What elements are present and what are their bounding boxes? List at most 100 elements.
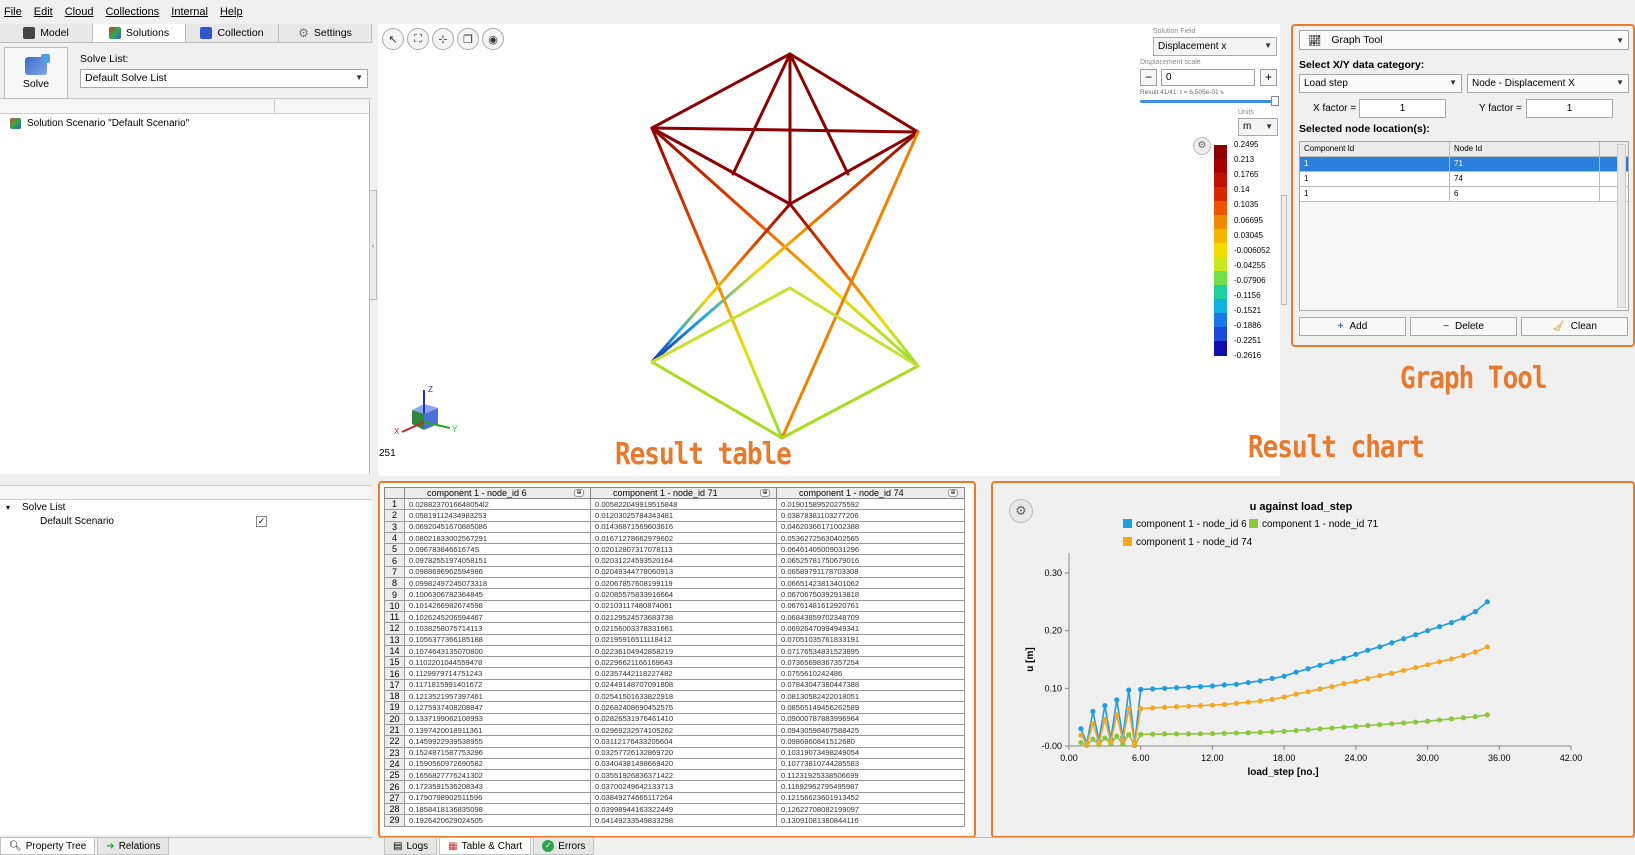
table-cell[interactable]: 0.08130582422018051 [776,690,965,703]
table-cell[interactable]: 0.0755610242486 [776,667,965,680]
table-cell[interactable]: 0.12622708082199097 [776,803,965,816]
table-cell[interactable]: 0.05819112434983253 [404,509,591,522]
table-cell[interactable]: 0.01436871569603616 [590,520,777,533]
table-cell[interactable]: 0.02357442118227482 [590,667,777,680]
table-cell[interactable]: 0.02012807317078113 [590,543,777,556]
result-chart[interactable]: u against load_stepcomponent 1 - node_id… [993,483,1633,836]
tab-model[interactable]: Model [0,24,93,42]
node-table-scrollbar[interactable] [1617,144,1626,308]
table-cell[interactable]: 0.07176534831523895 [776,644,965,658]
menu-cloud[interactable]: Cloud [65,6,94,18]
tab-table-chart[interactable]: ▦ Table & Chart [439,838,532,855]
table-row[interactable]: 24 0.1590560972690582 0.03404381498669420 0… [384,757,965,771]
table-cell[interactable]: 0.02541501633822918 [590,690,777,703]
table-row[interactable]: 11 0.1026245206594467 0.02129524573683738 0… [384,610,965,624]
displacement-decrease-button[interactable]: − [1140,69,1157,86]
table-cell[interactable]: 0.06589791178703308 [776,565,965,579]
table-row[interactable]: 1 74 [1300,172,1628,187]
table-row[interactable]: 5 0.09678384661674S 0.02012807317078113 0.0… [384,543,965,556]
table-row[interactable]: 28 0.1858418136835098 0.03998944163322449 0… [384,803,965,816]
table-cell[interactable]: 0.1102201044559478 [404,656,591,669]
table-cell[interactable]: 0.1056377366185188 [404,633,591,646]
table-cell[interactable]: 0.10319073498249054 [776,746,965,759]
x-category-select[interactable]: Load step ▼ [1299,74,1462,93]
table-cell[interactable]: 0.02085575833916664 [590,588,777,601]
table-cell[interactable]: 0.02826531976461410 [590,712,777,725]
sort-icon[interactable]: ⊕ [574,489,584,497]
table-cell[interactable]: 0.02682408690452575 [590,701,777,714]
table-row[interactable]: 1 6 [1300,187,1628,202]
result-slider-track[interactable] [1140,100,1274,103]
table-cell[interactable]: 0.02969232574105262 [590,723,777,737]
table-cell[interactable]: 0.1026245206594467 [404,610,591,624]
scenario-checkbox[interactable]: ✓ [256,515,267,527]
table-cell[interactable]: 0.05362725630402565 [776,531,965,545]
table-cell[interactable]: 0.08565149456262589 [776,701,965,714]
column-header-node-74[interactable]: component 1 - node_id 74 ⊕ [776,487,965,499]
table-row[interactable]: 13 0.1056377366185188 0.02195916511118412 0… [384,633,965,646]
table-row[interactable]: 15 0.1102201044559478 0.02296621166169643 0… [384,656,965,669]
table-row[interactable]: 17 0.1171815991401672 0.02449148707091808 0… [384,678,965,692]
table-row[interactable]: 18 0.1213521957397461 0.02541501633822918 0… [384,690,965,703]
table-cell[interactable]: 0.09982497245073318 [404,577,591,590]
table-cell[interactable]: 0.03551926836371422 [590,769,777,782]
table-cell[interactable]: 0.1171815991401672 [404,678,591,692]
table-cell[interactable]: 0.03257726132869720 [590,746,777,759]
menu-edit[interactable]: Edit [34,6,53,18]
table-cell[interactable]: 0.1006306782364845 [404,588,591,601]
table-cell[interactable]: 0.06761481612920761 [776,599,965,612]
table-cell[interactable]: 0.04149233549833298 [590,814,777,827]
table-cell[interactable]: 0.10773810744285583 [776,757,965,771]
table-cell[interactable]: 0.06920451670885086 [404,520,591,533]
table-row[interactable]: 21 0.1397420018911361 0.02969232574105262 0… [384,723,965,737]
table-cell[interactable]: 0.01203025784343481 [590,509,777,522]
table-cell[interactable]: 0.1213521957397461 [404,690,591,703]
table-row[interactable]: 23 0.1524871587753296 0.03257726132869720 0… [384,746,965,759]
table-row[interactable]: 10 0.1014266982674598 0.02103117480874061 0… [384,599,965,612]
table-cell[interactable]: 0.04620366171002388 [776,520,965,533]
table-cell[interactable]: 0.1926420629024505 [404,814,591,827]
delete-button[interactable]: − Delete [1410,317,1517,336]
table-row[interactable]: 3 0.06920451670885086 0.01436871569603616 0… [384,520,965,533]
table-row[interactable]: 19 0.1275937408208847 0.02682408690452575 0… [384,701,965,714]
table-cell[interactable]: 0.06843859702348709 [776,610,965,624]
table-cell[interactable]: 0.11692962795495987 [776,780,965,793]
table-cell[interactable]: 0.02156003378331661 [590,622,777,635]
table-cell[interactable]: 0.02449148707091808 [590,678,777,692]
table-cell[interactable]: 0.1459922939538955 [404,735,591,748]
table-cell[interactable]: 0.09430598467588425 [776,723,965,737]
table-cell[interactable]: 0.1397420018911361 [404,723,591,737]
solution-field-select[interactable]: Displacement x ▼ [1153,37,1277,56]
displacement-scale-input[interactable]: 0 [1161,69,1255,86]
table-cell[interactable]: 0.02129524573683738 [590,610,777,624]
units-select[interactable]: m ▼ [1238,118,1278,136]
sort-icon[interactable]: ⊕ [948,489,958,497]
tab-collection[interactable]: Collection [186,24,279,42]
table-cell[interactable]: 0.1129979714751243 [404,667,591,680]
y-category-select[interactable]: Node - Displacement X ▼ [1467,74,1629,93]
sort-icon[interactable]: ⊕ [760,489,770,497]
table-cell[interactable]: 0.06461405009031296 [776,543,965,556]
solve-button[interactable]: Solve [4,47,68,99]
table-cell[interactable]: 0.1337199062108993 [404,712,591,725]
table-cell[interactable]: 0.1858418136835098 [404,803,591,816]
3d-viewport[interactable]: ↖ ⛶ ⊹ ❐ ◉ Solution Field Displacement x … [378,24,1280,476]
right-splitter-handle[interactable] [1281,195,1287,305]
column-header-node-71[interactable]: component 1 - node_id 71 ⊕ [590,487,777,499]
table-cell[interactable]: 0.13091081380844116 [776,814,965,827]
table-cell[interactable]: 0.09000787883996964 [776,712,965,725]
table-cell[interactable]: 0.0988696962594986 [404,565,591,579]
table-row[interactable]: 27 0.1790798902511596 0.03849274665117264 0… [384,791,965,805]
table-cell[interactable]: 0.07365698367357254 [776,656,965,669]
table-cell[interactable]: 0.08021833002567291 [404,531,591,545]
y-factor-input[interactable]: 1 [1526,99,1613,118]
table-cell[interactable]: 0.02031224593520164 [590,554,777,567]
tab-solutions[interactable]: Solutions [93,24,186,42]
table-cell[interactable]: 0.02067857608199119 [590,577,777,590]
table-cell[interactable]: 0.01901589520275592 [776,497,965,511]
tab-errors[interactable]: ✓ Errors [533,838,595,855]
table-cell[interactable]: 0.03700249642133713 [590,780,777,793]
table-cell[interactable]: 0.1038258075714113 [404,622,591,635]
column-header-component[interactable]: Component Id [1300,142,1450,156]
table-row[interactable]: 2 0.05819112434983253 0.01203025784343481 0… [384,509,965,522]
